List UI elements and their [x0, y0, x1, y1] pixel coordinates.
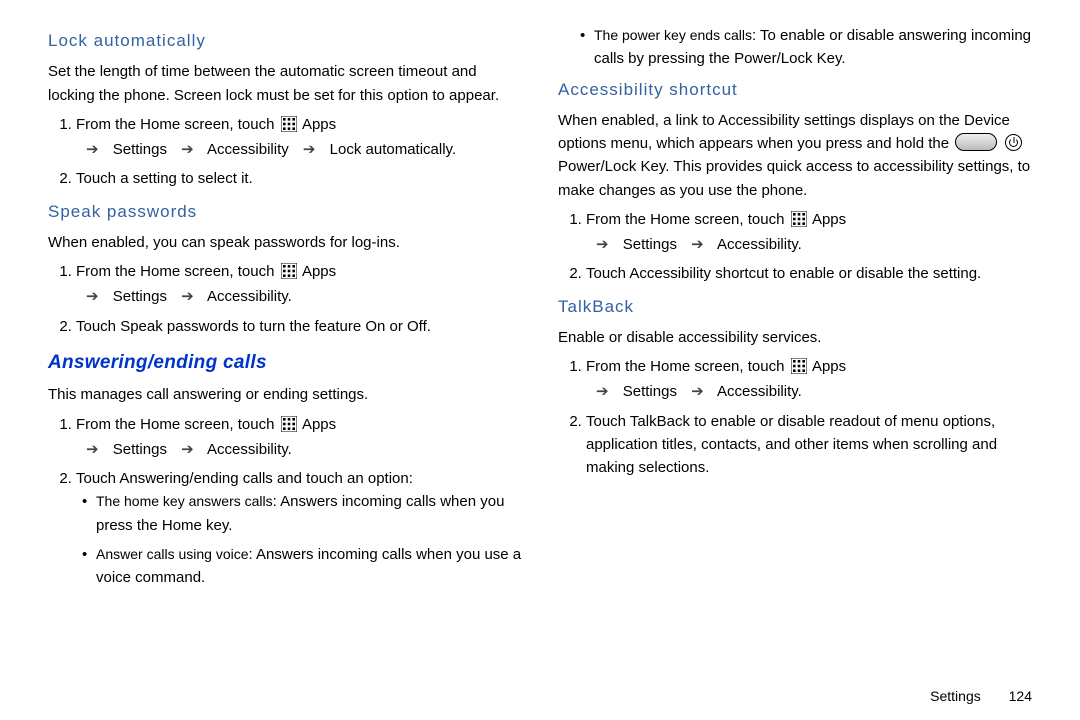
breadcrumb: ➔ Settings ➔ Accessibility.: [76, 438, 522, 461]
shortcut-text-2: Power/Lock Key. This provides quick acce…: [558, 158, 1030, 198]
breadcrumb: ➔ Settings ➔ Accessibility.: [586, 233, 1032, 256]
step-text: From the Home screen, touch: [586, 211, 789, 228]
heading-accessibility-shortcut: Accessibility shortcut: [558, 77, 1032, 103]
trail-settings: Settings: [623, 236, 677, 253]
arrow-icon: ➔: [681, 233, 714, 256]
step: Touch Speak passwords to turn the featur…: [76, 315, 522, 338]
arrow-icon: ➔: [586, 380, 619, 403]
step-text: Touch Answering/ending calls and touch a…: [76, 470, 413, 487]
trail-settings: Settings: [113, 141, 167, 158]
apps-icon: [791, 358, 807, 374]
step: Touch Accessibility shortcut to enable o…: [586, 262, 1032, 285]
trail-settings: Settings: [623, 383, 677, 400]
apps-icon: [281, 116, 297, 132]
heading-speak-passwords: Speak passwords: [48, 199, 522, 225]
lock-description: Set the length of time between the autom…: [48, 60, 522, 107]
arrow-icon: ➔: [293, 138, 326, 161]
talkback-description: Enable or disable accessibility services…: [558, 326, 1032, 349]
apps-label: Apps: [302, 263, 336, 280]
step-text: From the Home screen, touch: [586, 358, 789, 375]
list-item: The home key answers calls: Answers inco…: [82, 490, 522, 537]
heading-talkback: TalkBack: [558, 294, 1032, 320]
apps-label: Apps: [812, 211, 846, 228]
apps-label: Apps: [302, 116, 336, 133]
arrow-icon: ➔: [171, 138, 204, 161]
step: Touch TalkBack to enable or disable read…: [586, 410, 1032, 480]
calls-steps: From the Home screen, touch Apps ➔ Setti…: [48, 413, 522, 590]
arrow-icon: ➔: [76, 138, 109, 161]
step: From the Home screen, touch Apps ➔ Setti…: [586, 355, 1032, 404]
footer-page-number: 124: [1009, 688, 1032, 704]
apps-label: Apps: [812, 358, 846, 375]
breadcrumb: ➔ Settings ➔ Accessibility.: [586, 380, 1032, 403]
list-item: The power key ends calls: To enable or d…: [580, 24, 1032, 71]
arrow-icon: ➔: [76, 285, 109, 308]
step-text: From the Home screen, touch: [76, 263, 279, 280]
arrow-icon: ➔: [681, 380, 714, 403]
step: Touch a setting to select it.: [76, 167, 522, 190]
heading-answering-ending-calls: Answering/ending calls: [48, 348, 522, 377]
calls-options-cont: The power key ends calls: To enable or d…: [558, 24, 1032, 71]
trail-accessibility: Accessibility: [717, 383, 798, 400]
option-term: The power key ends calls: [594, 27, 752, 43]
step-text: From the Home screen, touch: [76, 416, 279, 433]
option-term: Answer calls using voice: [96, 546, 249, 562]
apps-icon: [281, 416, 297, 432]
trail-accessibility: Accessibility: [207, 141, 289, 158]
shortcut-description: When enabled, a link to Accessibility se…: [558, 109, 1032, 202]
page-footer: Settings 124: [930, 688, 1032, 704]
trail-accessibility: Accessibility: [207, 288, 288, 305]
arrow-icon: ➔: [171, 285, 204, 308]
trail-settings: Settings: [113, 441, 167, 458]
right-column: The power key ends calls: To enable or d…: [558, 24, 1032, 702]
apps-icon: [281, 263, 297, 279]
speak-description: When enabled, you can speak passwords fo…: [48, 231, 522, 254]
heading-lock-automatically: Lock automatically: [48, 28, 522, 54]
power-symbol-icon: [1005, 134, 1022, 151]
apps-icon: [791, 211, 807, 227]
calls-description: This manages call answering or ending se…: [48, 383, 522, 406]
step-text: From the Home screen, touch: [76, 116, 279, 133]
trail-accessibility: Accessibility: [207, 441, 288, 458]
step: From the Home screen, touch Apps ➔ Setti…: [76, 113, 522, 162]
apps-label: Apps: [302, 416, 336, 433]
breadcrumb: ➔ Settings ➔ Accessibility.: [76, 285, 522, 308]
option-term: The home key answers calls: [96, 493, 273, 509]
step: From the Home screen, touch Apps ➔ Setti…: [76, 413, 522, 462]
trail-settings: Settings: [113, 288, 167, 305]
list-item: Answer calls using voice: Answers incomi…: [82, 543, 522, 590]
arrow-icon: ➔: [171, 438, 204, 461]
step: From the Home screen, touch Apps ➔ Setti…: [586, 208, 1032, 257]
lock-steps: From the Home screen, touch Apps ➔ Setti…: [48, 113, 522, 191]
shortcut-steps: From the Home screen, touch Apps ➔ Setti…: [558, 208, 1032, 286]
speak-steps: From the Home screen, touch Apps ➔ Setti…: [48, 260, 522, 338]
footer-section-label: Settings: [930, 688, 981, 704]
breadcrumb: ➔ Settings ➔ Accessibility ➔ Lock automa…: [76, 138, 522, 161]
talkback-steps: From the Home screen, touch Apps ➔ Setti…: [558, 355, 1032, 479]
trail-lock: Lock automatically: [330, 141, 452, 158]
power-key-pill-icon: [955, 133, 997, 151]
step: From the Home screen, touch Apps ➔ Setti…: [76, 260, 522, 309]
arrow-icon: ➔: [586, 233, 619, 256]
calls-options: The home key answers calls: Answers inco…: [76, 490, 522, 589]
step: Touch Answering/ending calls and touch a…: [76, 467, 522, 589]
arrow-icon: ➔: [76, 438, 109, 461]
trail-accessibility: Accessibility: [717, 236, 798, 253]
left-column: Lock automatically Set the length of tim…: [48, 24, 522, 702]
shortcut-text-1: When enabled, a link to Accessibility se…: [558, 112, 1010, 152]
